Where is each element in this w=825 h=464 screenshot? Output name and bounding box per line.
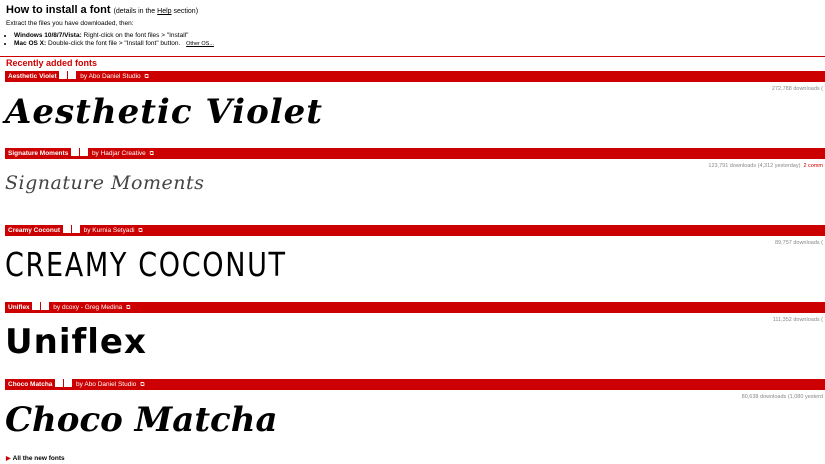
mac-icon: [64, 379, 73, 387]
section-title: Recently added fonts: [6, 58, 98, 68]
download-count: 123,791 downloads (4,312 yesterday) 2 com…: [708, 163, 823, 169]
font-name-link[interactable]: Choco Matcha: [8, 381, 52, 388]
font-header-bar: Creamy Coconut by Kurnia Setyadi ⧉: [5, 225, 825, 236]
all-new-fonts-link[interactable]: ▶ All the new fonts: [6, 455, 65, 462]
install-instructions: How to install a font (details in the He…: [6, 4, 821, 48]
mac-icon: [41, 302, 50, 310]
details-note: (details in the Help section): [114, 8, 198, 15]
external-link-icon[interactable]: ⧉: [144, 74, 148, 80]
mac-text: Double-click the font file > "Install fo…: [47, 40, 181, 47]
os-instructions-list: Windows 10/8/7/Vista: Right-click on the…: [6, 32, 821, 48]
mac-label: Mac OS X:: [14, 40, 47, 47]
author-link[interactable]: by dcoxy - Greg Medina: [53, 304, 122, 311]
font-header-bar: Uniflex by dcoxy - Greg Medina ⧉: [5, 302, 825, 313]
font-preview[interactable]: CREAMY COCONUT: [5, 245, 287, 284]
download-text: 111,352 downloads (: [772, 317, 823, 323]
windows-instruction: Windows 10/8/7/Vista: Right-click on the…: [14, 32, 821, 40]
help-link[interactable]: Help: [157, 8, 171, 15]
all-new-label: All the new fonts: [12, 455, 65, 462]
font-header-bar: Signature Moments by Hadjar Creative ⧉: [5, 148, 825, 159]
font-preview[interactable]: Choco Matcha: [5, 400, 278, 440]
windows-icon: [32, 302, 41, 310]
external-link-icon[interactable]: ⧉: [140, 382, 144, 388]
font-preview[interactable]: Signature Moments: [5, 172, 204, 194]
install-title: How to install a font: [6, 4, 111, 16]
font-preview[interactable]: Aesthetic Violet: [5, 92, 323, 132]
windows-icon: [62, 225, 71, 233]
windows-label: Windows 10/8/7/Vista:: [14, 32, 82, 39]
font-name-link[interactable]: Uniflex: [8, 304, 30, 311]
extract-text: Extract the files you have downloaded, t…: [6, 20, 134, 27]
font-name-link[interactable]: Aesthetic Violet: [8, 73, 57, 80]
windows-icon: [59, 71, 68, 79]
font-header-bar: Choco Matcha by Abo Daniel Studio ⧉: [5, 379, 825, 390]
windows-icon: [71, 148, 80, 156]
section-divider: [0, 56, 825, 57]
external-link-icon[interactable]: ⧉: [138, 228, 142, 234]
details-prefix: (details in the: [113, 8, 156, 15]
mac-icon: [71, 225, 80, 233]
download-text: 272,788 downloads (: [771, 86, 823, 92]
download-count: 272,788 downloads (: [772, 86, 823, 92]
author-link[interactable]: by Hadjar Creative: [92, 150, 146, 157]
other-os-link[interactable]: Other OS...: [186, 41, 214, 47]
download-count: 111,352 downloads (: [773, 317, 823, 323]
download-text: 80,638 downloads (1,080 yesterd: [741, 394, 823, 400]
font-header-bar: Aesthetic Violet by Abo Daniel Studio ⧉: [5, 71, 825, 82]
mac-instruction: Mac OS X: Double-click the font file > "…: [14, 40, 821, 48]
download-text: 89,757 downloads (: [774, 240, 823, 246]
arrow-right-icon: ▶: [6, 456, 11, 462]
install-heading: How to install a font (details in the He…: [6, 4, 821, 18]
download-text: 123,791 downloads (4,312 yesterday): [708, 163, 801, 169]
author-link[interactable]: by Abo Daniel Studio: [76, 381, 136, 388]
download-count: 80,638 downloads (1,080 yesterd: [742, 394, 823, 400]
windows-icon: [55, 379, 64, 387]
font-name-link[interactable]: Signature Moments: [8, 150, 68, 157]
author-link[interactable]: by Abo Daniel Studio: [80, 73, 140, 80]
font-preview[interactable]: Uniflex: [5, 322, 147, 362]
external-link-icon[interactable]: ⧉: [126, 305, 130, 311]
author-link[interactable]: by Kurnia Setyadi: [84, 227, 135, 234]
details-suffix: section): [173, 8, 199, 15]
font-name-link[interactable]: Creamy Coconut: [8, 227, 60, 234]
external-link-icon[interactable]: ⧉: [150, 151, 154, 157]
download-count: 89,757 downloads (: [775, 240, 823, 246]
mac-icon: [80, 148, 89, 156]
comments-link[interactable]: 2 comm: [803, 163, 823, 169]
mac-icon: [68, 71, 77, 79]
windows-text: Right-click on the font files > "Install…: [83, 32, 189, 39]
